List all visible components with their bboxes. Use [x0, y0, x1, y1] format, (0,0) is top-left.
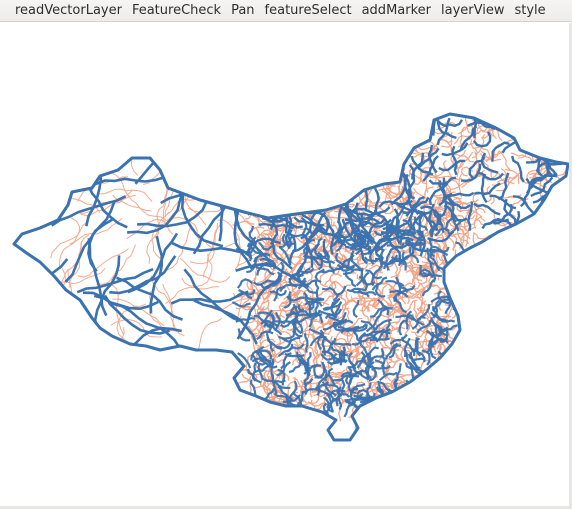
map-svg	[12, 112, 570, 442]
china-map	[12, 112, 570, 442]
menubar: readVectorLayer FeatureCheck Pan feature…	[0, 0, 572, 22]
map-canvas[interactable]	[0, 23, 572, 509]
menu-add-marker[interactable]: addMarker	[357, 0, 436, 22]
menu-feature-check[interactable]: FeatureCheck	[127, 0, 226, 22]
menu-feature-select[interactable]: featureSelect	[260, 0, 357, 22]
menu-read-vector-layer[interactable]: readVectorLayer	[4, 0, 127, 22]
menu-style[interactable]: style	[509, 0, 550, 22]
menu-pan[interactable]: Pan	[226, 0, 259, 22]
menu-layer-view[interactable]: layerView	[436, 0, 509, 22]
